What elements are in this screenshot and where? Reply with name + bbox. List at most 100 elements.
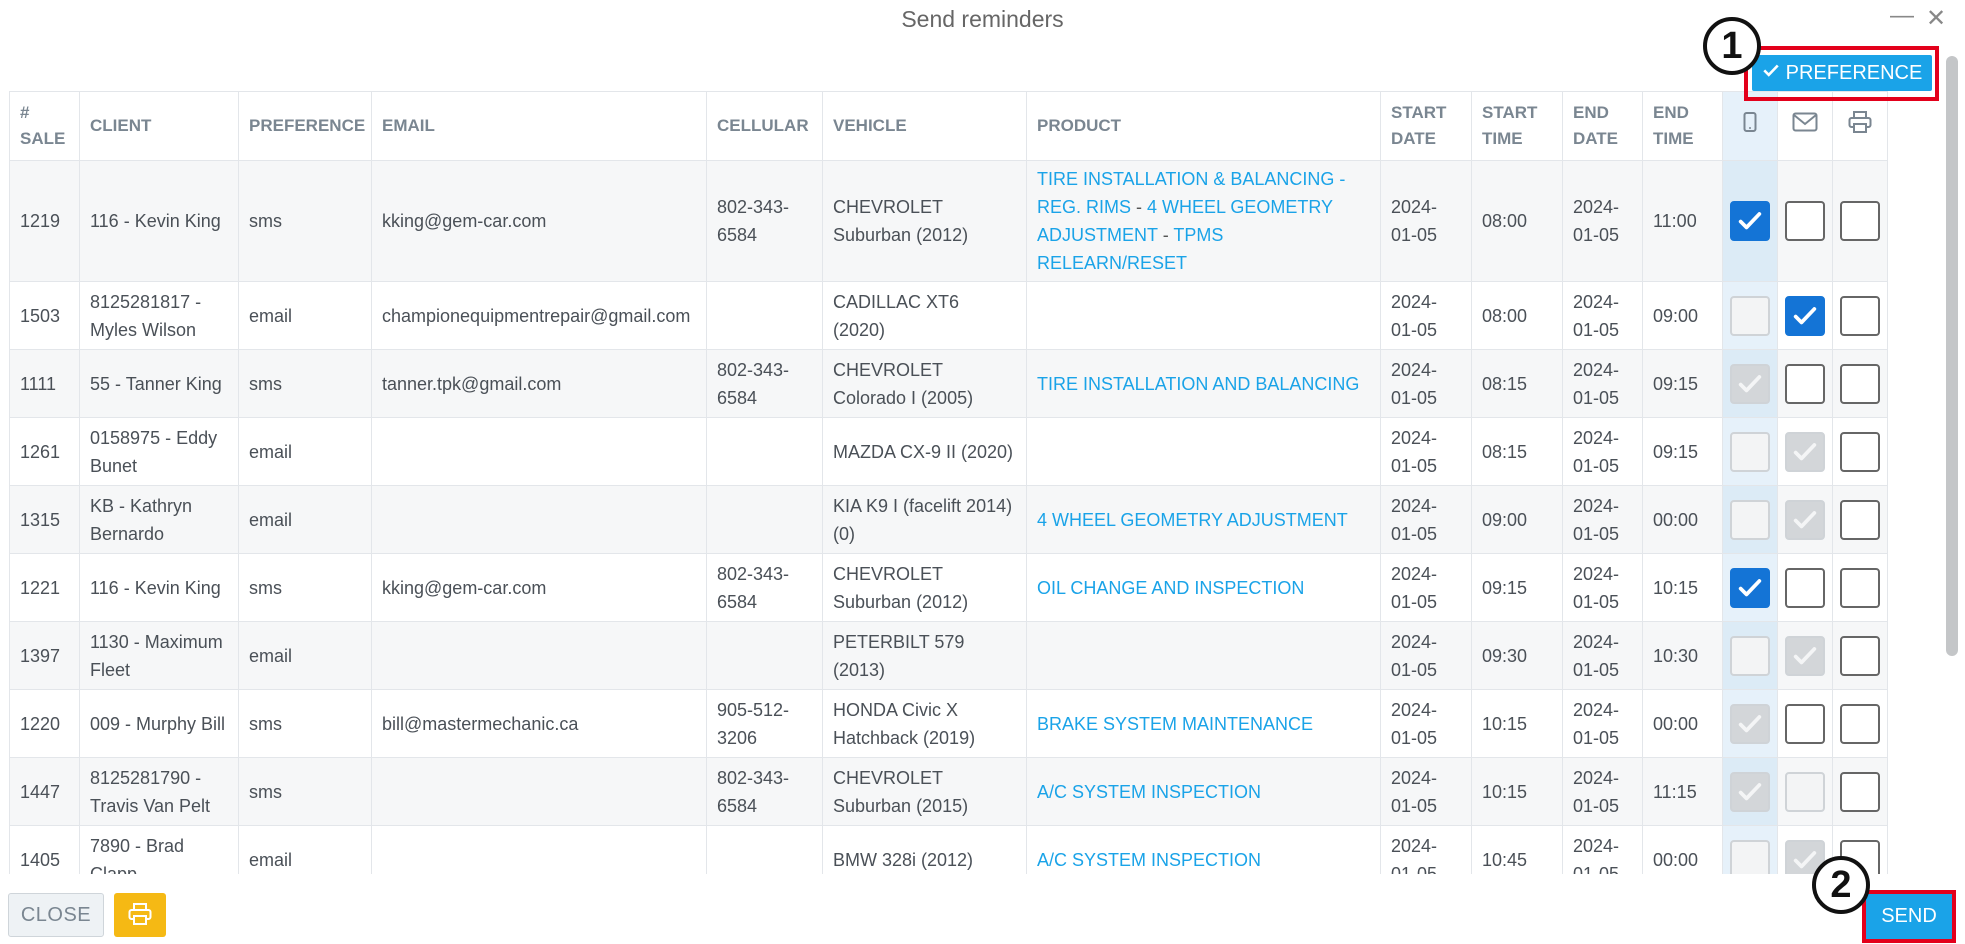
cell-client: 116 - Kevin King <box>79 160 239 282</box>
cell-client: 8125281790 - Travis Van Pelt <box>79 757 239 826</box>
print-checkbox[interactable] <box>1840 295 1880 336</box>
print-checkbox[interactable] <box>1840 499 1880 540</box>
header-cellular[interactable]: CELLULAR <box>706 91 823 161</box>
table-row[interactable]: 1447 8125281790 - Travis Van Pelt sms 802-3… <box>9 757 1890 826</box>
product-link[interactable]: A/C SYSTEM INSPECTION <box>1037 782 1261 802</box>
highlight-send <box>1862 890 1956 943</box>
header-end-time[interactable]: END TIME <box>1642 91 1723 161</box>
product-link[interactable]: A/C SYSTEM INSPECTION <box>1037 850 1261 870</box>
cell-end-time: 10:30 <box>1642 621 1723 690</box>
cell-email: kking@gem-car.com <box>371 160 707 282</box>
table-row[interactable]: 1219 116 - Kevin King sms kking@gem-car.com… <box>9 160 1890 282</box>
header-client[interactable]: CLIENT <box>79 91 239 161</box>
table-row[interactable]: 1111 55 - Tanner King sms tanner.tpk@gmail.… <box>9 349 1890 418</box>
cell-start-date: 2024-01-05 <box>1380 281 1472 350</box>
header-email-channel[interactable] <box>1777 91 1833 161</box>
email-channel-cell <box>1777 689 1833 758</box>
cell-vehicle: CHEVROLET Suburban (2012) <box>822 553 1027 622</box>
cell-sale: 1261 <box>9 417 80 486</box>
cell-vehicle: CHEVROLET Suburban (2012) <box>822 160 1027 282</box>
cell-end-date: 2024-01-05 <box>1562 281 1643 350</box>
cell-cellular: 905-512-3206 <box>706 689 823 758</box>
cell-email <box>371 621 707 690</box>
envelope-icon <box>1792 112 1818 136</box>
cell-start-time: 08:00 <box>1471 281 1563 350</box>
table-header-row: # SALE CLIENT PREFERENCE EMAIL CELLULAR … <box>9 91 1890 161</box>
vertical-scrollbar[interactable] <box>1946 56 1958 656</box>
cell-vehicle: CHEVROLET Suburban (2015) <box>822 757 1027 826</box>
header-start-date[interactable]: START DATE <box>1380 91 1472 161</box>
cell-start-date: 2024-01-05 <box>1380 417 1472 486</box>
cell-start-date: 2024-01-05 <box>1380 689 1472 758</box>
cell-end-date: 2024-01-05 <box>1562 553 1643 622</box>
print-button[interactable] <box>114 893 166 937</box>
header-preference[interactable]: PREFERENCE <box>238 91 372 161</box>
header-end-date[interactable]: END DATE <box>1562 91 1643 161</box>
cell-email <box>371 757 707 826</box>
minimize-icon[interactable]: — <box>1890 2 1914 30</box>
cell-start-date: 2024-01-05 <box>1380 757 1472 826</box>
close-button[interactable]: CLOSE <box>8 893 104 937</box>
cell-end-date: 2024-01-05 <box>1562 825 1643 874</box>
product-link[interactable]: 4 WHEEL GEOMETRY ADJUSTMENT <box>1037 510 1348 530</box>
print-checkbox[interactable] <box>1840 431 1880 472</box>
print-checkbox[interactable] <box>1840 635 1880 676</box>
printer-icon <box>128 902 152 928</box>
cell-client: 009 - Murphy Bill <box>79 689 239 758</box>
email-channel-cell <box>1777 485 1833 554</box>
sms-cell <box>1722 349 1778 418</box>
email-channel-checkbox[interactable] <box>1785 295 1825 336</box>
table-row[interactable]: 1261 0158975 - Eddy Bunet email MAZDA CX-9 … <box>9 417 1890 486</box>
print-checkbox[interactable] <box>1840 771 1880 812</box>
sms-checkbox <box>1730 635 1770 676</box>
cell-product <box>1026 417 1381 486</box>
email-channel-checkbox[interactable] <box>1785 703 1825 744</box>
table-row[interactable]: 1503 8125281817 - Myles Wilson email champi… <box>9 281 1890 350</box>
print-checkbox[interactable] <box>1840 703 1880 744</box>
cell-sale: 1503 <box>9 281 80 350</box>
cell-start-date: 2024-01-05 <box>1380 553 1472 622</box>
header-product[interactable]: PRODUCT <box>1026 91 1381 161</box>
sms-checkbox[interactable] <box>1730 567 1770 608</box>
print-checkbox[interactable] <box>1840 363 1880 404</box>
cell-sale: 1220 <box>9 689 80 758</box>
cell-preference: email <box>238 281 372 350</box>
product-link[interactable]: BRAKE SYSTEM MAINTENANCE <box>1037 714 1313 734</box>
cell-email: bill@mastermechanic.ca <box>371 689 707 758</box>
cell-email: kking@gem-car.com <box>371 553 707 622</box>
header-vehicle[interactable]: VEHICLE <box>822 91 1027 161</box>
header-email[interactable]: EMAIL <box>371 91 707 161</box>
email-channel-cell <box>1777 621 1833 690</box>
cell-end-time: 00:00 <box>1642 689 1723 758</box>
product-link[interactable]: TIRE INSTALLATION AND BALANCING <box>1037 374 1359 394</box>
step-badge-2: 2 <box>1812 856 1870 914</box>
close-icon[interactable]: ✕ <box>1926 4 1946 33</box>
print-checkbox[interactable] <box>1840 201 1880 241</box>
print-cell <box>1832 417 1888 486</box>
email-channel-checkbox <box>1785 431 1825 472</box>
table-row[interactable]: 1397 1130 - Maximum Fleet email PETERBILT 5… <box>9 621 1890 690</box>
table-row[interactable]: 1221 116 - Kevin King sms kking@gem-car.com… <box>9 553 1890 622</box>
cell-product: OIL CHANGE AND INSPECTION <box>1026 553 1381 622</box>
cell-client: 8125281817 - Myles Wilson <box>79 281 239 350</box>
cell-client: 7890 - Brad Clapp <box>79 825 239 874</box>
email-channel-checkbox[interactable] <box>1785 363 1825 404</box>
cell-email: tanner.tpk@gmail.com <box>371 349 707 418</box>
sms-checkbox[interactable] <box>1730 201 1770 241</box>
print-checkbox[interactable] <box>1840 567 1880 608</box>
table-row[interactable]: 1315 KB - Kathryn Bernardo email KIA K9 I (… <box>9 485 1890 554</box>
table-row[interactable]: 1220 009 - Murphy Bill sms bill@mastermecha… <box>9 689 1890 758</box>
email-channel-checkbox <box>1785 771 1825 812</box>
sms-checkbox <box>1730 363 1770 404</box>
header-start-time[interactable]: START TIME <box>1471 91 1563 161</box>
header-sms[interactable] <box>1722 91 1778 161</box>
product-link[interactable]: OIL CHANGE AND INSPECTION <box>1037 578 1304 598</box>
header-sale[interactable]: # SALE <box>9 91 80 161</box>
table-row[interactable]: 1405 7890 - Brad Clapp email BMW 328i (2012… <box>9 825 1890 874</box>
email-channel-checkbox[interactable] <box>1785 201 1825 241</box>
reminders-table-container[interactable]: # SALE CLIENT PREFERENCE EMAIL CELLULAR … <box>9 91 1944 874</box>
header-print[interactable] <box>1832 91 1888 161</box>
cell-end-date: 2024-01-05 <box>1562 621 1643 690</box>
cell-preference: email <box>238 485 372 554</box>
email-channel-checkbox[interactable] <box>1785 567 1825 608</box>
